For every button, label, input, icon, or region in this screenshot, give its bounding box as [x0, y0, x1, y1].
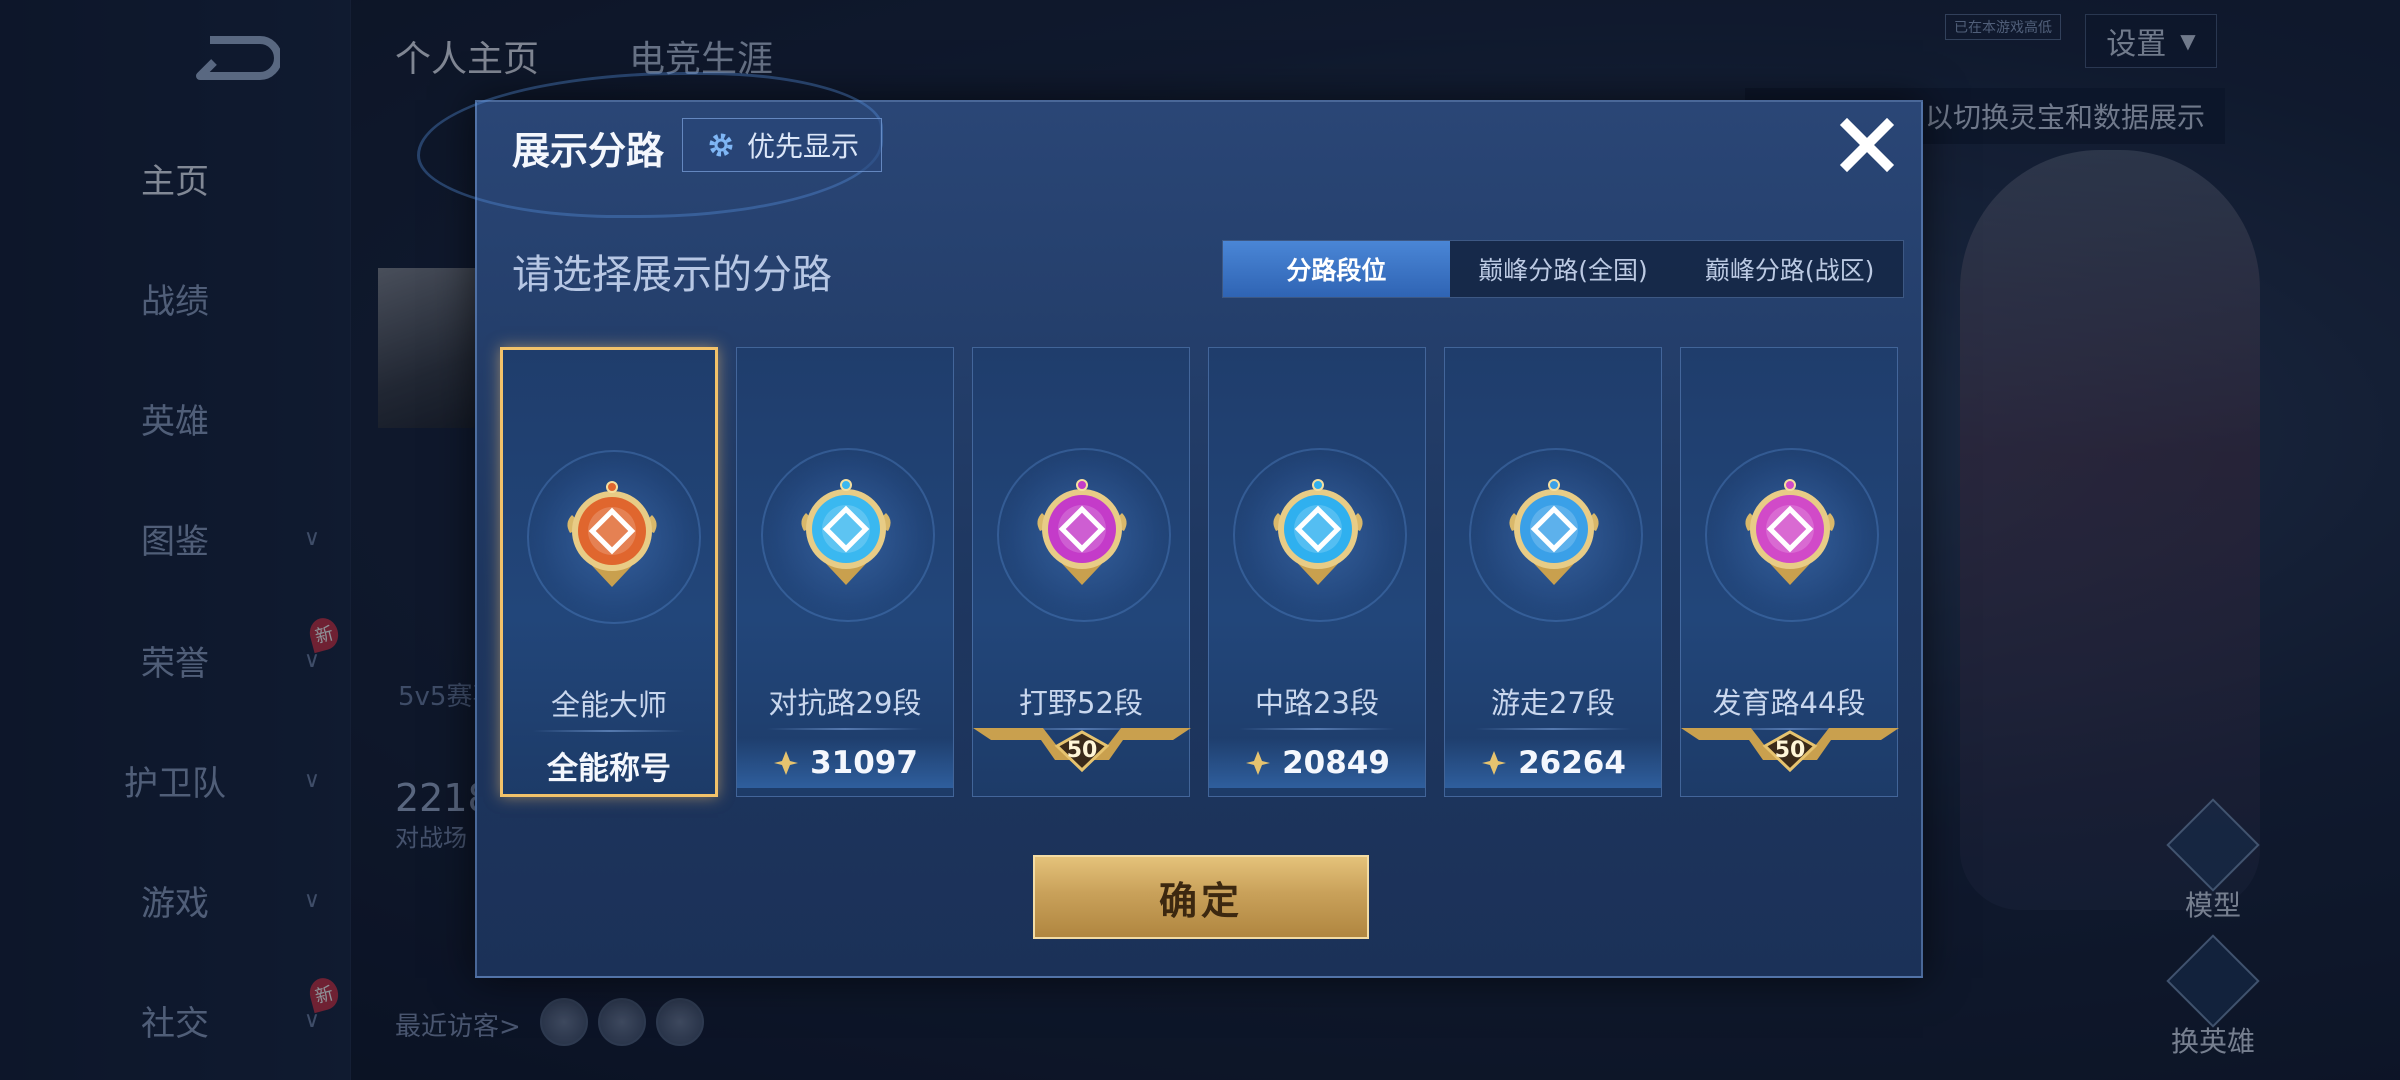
- lane-card-value: 31097: [810, 745, 918, 781]
- tab-lane-category[interactable]: 巅峰分路(全国): [1450, 241, 1677, 297]
- jungle-icon: [1037, 479, 1127, 585]
- lane-display-dialog: 展示分路 优先显示 请选择展示的分路 分路段位 巅峰分路(全国) 巅峰分路(战区) …: [417, 72, 1923, 978]
- lane-card-name: 发育路44段: [1712, 686, 1866, 720]
- farm-lane-icon: [1745, 479, 1835, 585]
- confirm-button[interactable]: 确定: [1033, 855, 1369, 939]
- rank-emblem: 50: [1681, 726, 1899, 788]
- lane-card[interactable]: 全能大师 全能称号: [500, 347, 718, 797]
- lane-category-tabs: 分路段位 巅峰分路(全国) 巅峰分路(战区): [1222, 240, 1904, 298]
- peak-points-icon: [774, 751, 799, 775]
- priority-display-label: 优先显示: [746, 130, 859, 163]
- peak-points-icon: [1246, 751, 1271, 775]
- lane-card[interactable]: 中路23段 20849: [1208, 347, 1426, 797]
- tab-lane-category[interactable]: 分路段位: [1223, 241, 1450, 297]
- close-icon: [1839, 117, 1895, 173]
- lane-card-points: 26264: [1445, 738, 1661, 788]
- lane-card-points: 31097: [737, 738, 953, 788]
- lane-card-name: 游走27段: [1491, 686, 1615, 720]
- divider: [767, 728, 923, 730]
- lane-card-value: 50: [1066, 737, 1098, 763]
- peak-points-icon: [1482, 751, 1507, 775]
- tab-lane-category[interactable]: 巅峰分路(战区): [1676, 241, 1903, 297]
- lane-card[interactable]: 游走27段 26264: [1444, 347, 1662, 797]
- clash-lane-icon: [801, 479, 891, 585]
- lane-card-points: 20849: [1209, 738, 1425, 788]
- rank-emblem: 50: [973, 726, 1191, 788]
- lane-card-value: 50: [1774, 737, 1806, 763]
- lane-card-value: 26264: [1518, 745, 1626, 781]
- lane-card-value: 全能称号: [547, 750, 671, 787]
- roam-icon: [1509, 479, 1599, 585]
- lane-card[interactable]: 打野52段 50: [972, 347, 1191, 797]
- divider: [1239, 728, 1395, 730]
- lane-card-list: 全能大师 全能称号 对抗路29段 31097 打野52段 50 中路23段 20…: [500, 347, 1899, 797]
- lane-card-name: 全能大师: [550, 688, 667, 722]
- divider: [533, 730, 685, 732]
- lane-card-name: 打野52段: [1019, 686, 1143, 720]
- lane-card-value: 20849: [1282, 745, 1390, 781]
- dialog-title: 展示分路: [512, 129, 665, 173]
- divider: [1475, 728, 1631, 730]
- gear-icon: [709, 133, 733, 157]
- lane-card-name: 中路23段: [1255, 686, 1379, 720]
- close-button[interactable]: [1832, 110, 1902, 180]
- all-round-icon: [567, 481, 657, 587]
- priority-display-button[interactable]: 优先显示: [682, 118, 882, 172]
- dialog-subtitle: 请选择展示的分路: [512, 252, 832, 298]
- lane-card[interactable]: 对抗路29段 31097: [736, 347, 954, 797]
- lane-card-name: 对抗路29段: [768, 686, 922, 720]
- mid-lane-icon: [1273, 479, 1363, 585]
- lane-card[interactable]: 发育路44段 50: [1680, 347, 1899, 797]
